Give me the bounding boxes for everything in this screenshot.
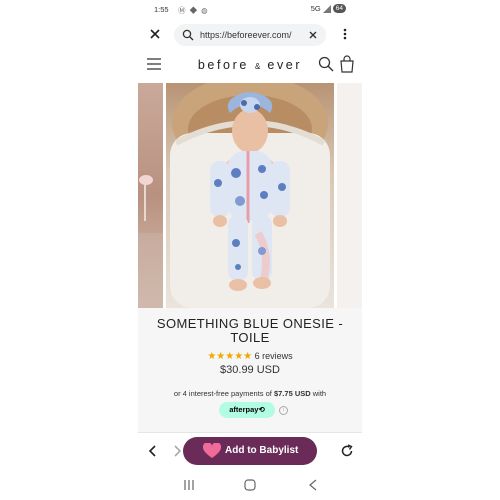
recents-icon[interactable] [182,479,196,491]
gallery-prev-image[interactable] [138,83,163,308]
installment-suffix: with [312,389,327,398]
home-icon[interactable] [244,479,256,491]
forward-icon[interactable] [170,444,184,458]
status-right: 5G 64 [311,4,346,13]
star-rating: ★★★★★ [207,351,253,362]
product-title: SOMETHING BLUE ONESIE - TOILE [156,316,344,345]
add-to-babylist-button[interactable]: Add to Babylist [183,437,317,465]
product-price: $30.99 USD [220,364,280,376]
brand-right: ever [267,58,303,72]
browser-url-bar: https://beforeever.com/ [138,20,362,52]
product-gallery[interactable] [138,83,362,308]
installment-text: or 4 interest-free payments of $7.75 USD… [138,389,362,398]
system-back-icon[interactable] [308,479,318,491]
battery-badge: 64 [332,4,346,13]
gallery-next-image[interactable] [337,83,362,308]
close-icon[interactable] [148,27,162,41]
bag-icon[interactable] [339,55,355,73]
brand-amp: & [254,62,262,71]
phone-screen: 1:55 Ⓜ ◆ ◍ 5G 64 https://beforeever.com/… [138,0,362,500]
info-icon[interactable]: i [279,406,288,415]
network-label: 5G [310,4,321,13]
search-icon[interactable] [318,56,334,72]
prev-image-art [138,175,163,308]
signal-icon [322,4,331,13]
search-icon [182,29,194,41]
reload-icon[interactable] [340,444,354,458]
more-vert-icon[interactable] [338,27,352,41]
back-icon[interactable] [146,444,160,458]
baby-onesie-photo [170,83,330,308]
notification-icons: Ⓜ ◆ ◍ [178,6,209,15]
status-bar: 1:55 Ⓜ ◆ ◍ 5G 64 [138,0,362,18]
url-text: https://beforeever.com/ [200,30,292,40]
brand-left: before [197,58,249,72]
system-nav-bar [138,474,362,496]
babylist-label: Add to Babylist [225,445,299,456]
product-info: SOMETHING BLUE ONESIE - TOILE ★★★★★ 6 re… [138,308,362,432]
installment-amount: $7.75 USD [273,389,311,398]
installment-prefix: or 4 interest-free payments of [173,389,272,398]
site-header: before & ever [138,52,362,78]
status-time: 1:55 [154,5,169,14]
afterpay-badge[interactable]: afterpay⟲ [219,402,275,418]
bottom-toolbar: Add to Babylist [138,432,362,471]
gallery-main-image[interactable] [166,83,334,308]
url-field[interactable]: https://beforeever.com/ [174,24,326,46]
rating-row[interactable]: ★★★★★ 6 reviews [138,351,362,362]
clear-icon[interactable] [308,30,318,40]
heart-icon [203,443,221,458]
review-count: 6 reviews [254,351,293,361]
